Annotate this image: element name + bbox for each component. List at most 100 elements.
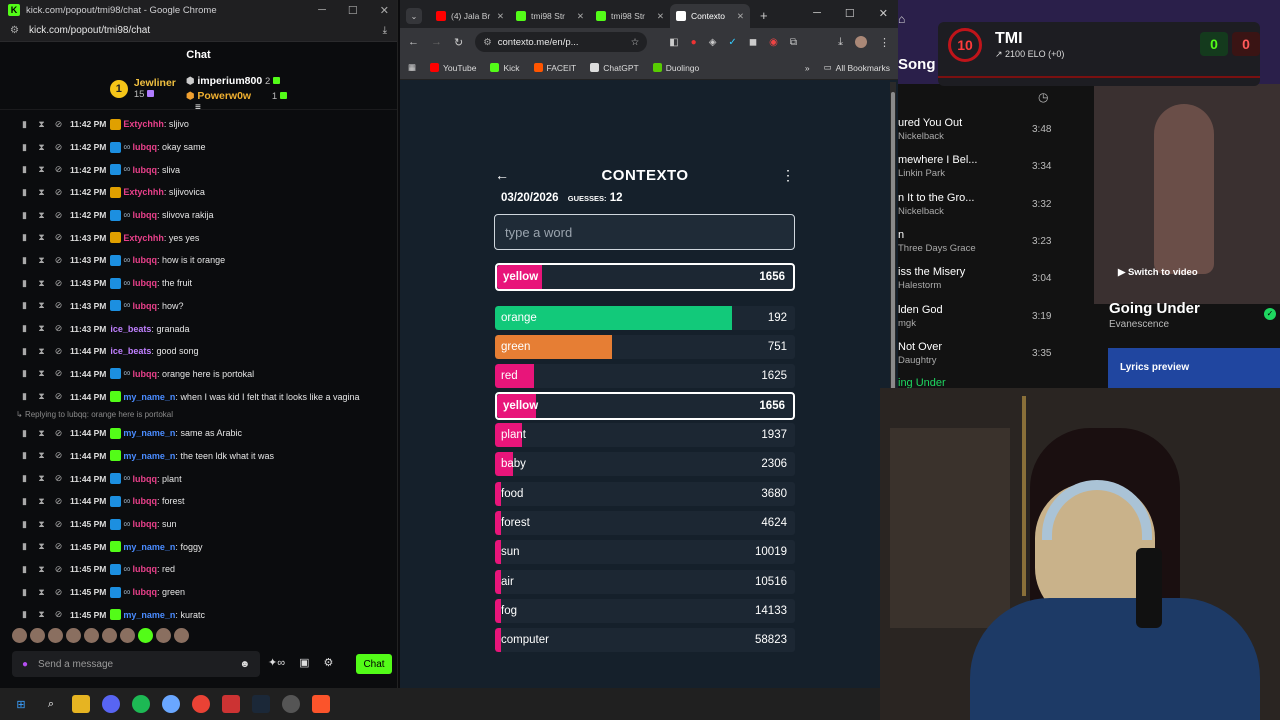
message-username[interactable]: lubqq	[133, 255, 158, 265]
delete-icon[interactable]: ▮	[19, 187, 30, 198]
track-row[interactable]: lden God mgk 3:19	[898, 297, 1083, 334]
site-info-icon[interactable]: ⚙	[483, 37, 492, 48]
timeout-icon[interactable]: ⧗	[36, 368, 47, 379]
timeout-icon[interactable]: ⧗	[36, 232, 47, 243]
spotify-icon[interactable]	[132, 695, 150, 713]
emote-icon[interactable]	[66, 628, 81, 643]
timeout-icon[interactable]: ⧗	[36, 323, 47, 334]
delete-icon[interactable]: ▮	[19, 300, 30, 311]
emote-icon[interactable]	[138, 628, 153, 643]
minimize-icon[interactable]: ─	[813, 7, 821, 20]
message-username[interactable]: lubqq	[133, 278, 158, 288]
timeout-icon[interactable]: ⧗	[36, 473, 47, 484]
delete-icon[interactable]: ▮	[19, 428, 30, 439]
delete-icon[interactable]: ▮	[19, 278, 30, 289]
emote-icon[interactable]	[84, 628, 99, 643]
switch-to-video-button[interactable]: ▶ Switch to video	[1118, 267, 1198, 278]
emote-icon[interactable]	[12, 628, 27, 643]
ban-icon[interactable]: ⊘	[53, 142, 64, 153]
delete-icon[interactable]: ▮	[19, 564, 30, 575]
track-artist[interactable]: Linkin Park	[898, 168, 945, 179]
delete-icon[interactable]: ▮	[19, 142, 30, 153]
ban-icon[interactable]: ⊘	[53, 300, 64, 311]
message-username[interactable]: lubqq	[133, 519, 158, 529]
tab-close-icon[interactable]: ✕	[577, 11, 584, 22]
app-icon[interactable]	[282, 695, 300, 713]
close-icon[interactable]: ✕	[380, 4, 389, 17]
delete-icon[interactable]: ▮	[19, 391, 30, 402]
kicks-icon[interactable]: ✦∞	[268, 656, 285, 669]
delete-icon[interactable]: ▮	[19, 609, 30, 620]
store-icon[interactable]: ▣	[299, 656, 309, 669]
timeout-icon[interactable]: ⧗	[36, 541, 47, 552]
message-username[interactable]: lubqq	[133, 496, 158, 506]
ban-icon[interactable]: ⊘	[53, 587, 64, 598]
menu-kebab-icon[interactable]: ⋮	[879, 36, 890, 49]
new-tab-icon[interactable]: +	[760, 8, 768, 23]
site-info-icon[interactable]: ⚙	[10, 25, 19, 36]
track-artist[interactable]: Nickelback	[898, 206, 944, 217]
ban-icon[interactable]: ⊘	[53, 496, 64, 507]
search-icon[interactable]: ⌕	[42, 695, 60, 713]
send-message-input[interactable]: ● Send a message ☻	[12, 651, 260, 677]
timeout-icon[interactable]: ⧗	[36, 519, 47, 530]
delete-icon[interactable]: ▮	[19, 368, 30, 379]
ban-icon[interactable]: ⊘	[53, 391, 64, 402]
bookmark-star-icon[interactable]: ☆	[631, 37, 640, 48]
message-username[interactable]: lubqq	[133, 564, 158, 574]
track-row[interactable]: ured You Out Nickelback 3:48	[898, 110, 1083, 147]
back-arrow-icon[interactable]: ←	[495, 167, 509, 183]
valorant-icon[interactable]	[222, 695, 240, 713]
timeout-icon[interactable]: ⧗	[36, 609, 47, 620]
message-username[interactable]: Extychhh	[123, 187, 164, 197]
delete-icon[interactable]: ▮	[19, 473, 30, 484]
message-username[interactable]: my_name_n	[123, 392, 175, 402]
bookmark-youtube[interactable]: YouTube	[430, 63, 476, 73]
ban-icon[interactable]: ⊘	[53, 210, 64, 221]
ban-icon[interactable]: ⊘	[53, 564, 64, 575]
track-artist[interactable]: Daughtry	[898, 355, 937, 366]
delete-icon[interactable]: ▮	[19, 210, 30, 221]
ban-icon[interactable]: ⊘	[53, 255, 64, 266]
close-icon[interactable]: ✕	[879, 7, 888, 20]
emote-icon[interactable]	[48, 628, 63, 643]
tab-close-icon[interactable]: ✕	[657, 11, 664, 22]
timeout-icon[interactable]: ⧗	[36, 210, 47, 221]
message-username[interactable]: lubqq	[133, 142, 158, 152]
bookmark-chatgpt[interactable]: ChatGPT	[590, 63, 639, 73]
minimize-icon[interactable]: ─	[318, 4, 326, 17]
microphone-icon[interactable]: ●	[22, 659, 28, 670]
message-username[interactable]: my_name_n	[123, 428, 175, 438]
discord-icon[interactable]	[102, 695, 120, 713]
ban-icon[interactable]: ⊘	[53, 368, 64, 379]
track-row[interactable]: mewhere I Bel... Linkin Park 3:34	[898, 147, 1083, 184]
tab-youtube[interactable]: (4) Jala Br ✕	[430, 4, 510, 28]
message-username[interactable]: my_name_n	[123, 610, 175, 620]
ban-icon[interactable]: ⊘	[53, 164, 64, 175]
now-playing-artist[interactable]: Evanescence	[1109, 319, 1169, 330]
delete-icon[interactable]: ▮	[19, 519, 30, 530]
message-username[interactable]: lubqq	[133, 474, 158, 484]
maximize-icon[interactable]: ☐	[348, 4, 358, 17]
extensions-puzzle-icon[interactable]: ⧉	[790, 37, 797, 48]
emote-icon[interactable]	[156, 628, 171, 643]
ban-icon[interactable]: ⊘	[53, 541, 64, 552]
timeout-icon[interactable]: ⧗	[36, 587, 47, 598]
settings-gear-icon[interactable]: ⚙	[323, 656, 333, 669]
tab-close-icon[interactable]: ✕	[497, 11, 504, 22]
track-artist[interactable]: Three Days Grace	[898, 243, 976, 254]
message-username[interactable]: lubqq	[133, 369, 158, 379]
file-explorer-icon[interactable]	[72, 695, 90, 713]
message-username[interactable]: ice_beats	[110, 324, 151, 334]
message-username[interactable]: lubqq	[133, 587, 158, 597]
delete-icon[interactable]: ▮	[19, 119, 30, 130]
profile-avatar[interactable]	[855, 35, 867, 48]
emote-icon[interactable]	[102, 628, 117, 643]
bookmark-faceit[interactable]: FACEIT	[533, 63, 576, 73]
tab-close-icon[interactable]: ✕	[737, 11, 744, 22]
timeout-icon[interactable]: ⧗	[36, 119, 47, 130]
all-bookmarks[interactable]: ▭ All Bookmarks	[824, 62, 890, 73]
ban-icon[interactable]: ⊘	[53, 519, 64, 530]
extension-icon[interactable]: ✓	[728, 37, 736, 48]
ban-icon[interactable]: ⊘	[53, 428, 64, 439]
